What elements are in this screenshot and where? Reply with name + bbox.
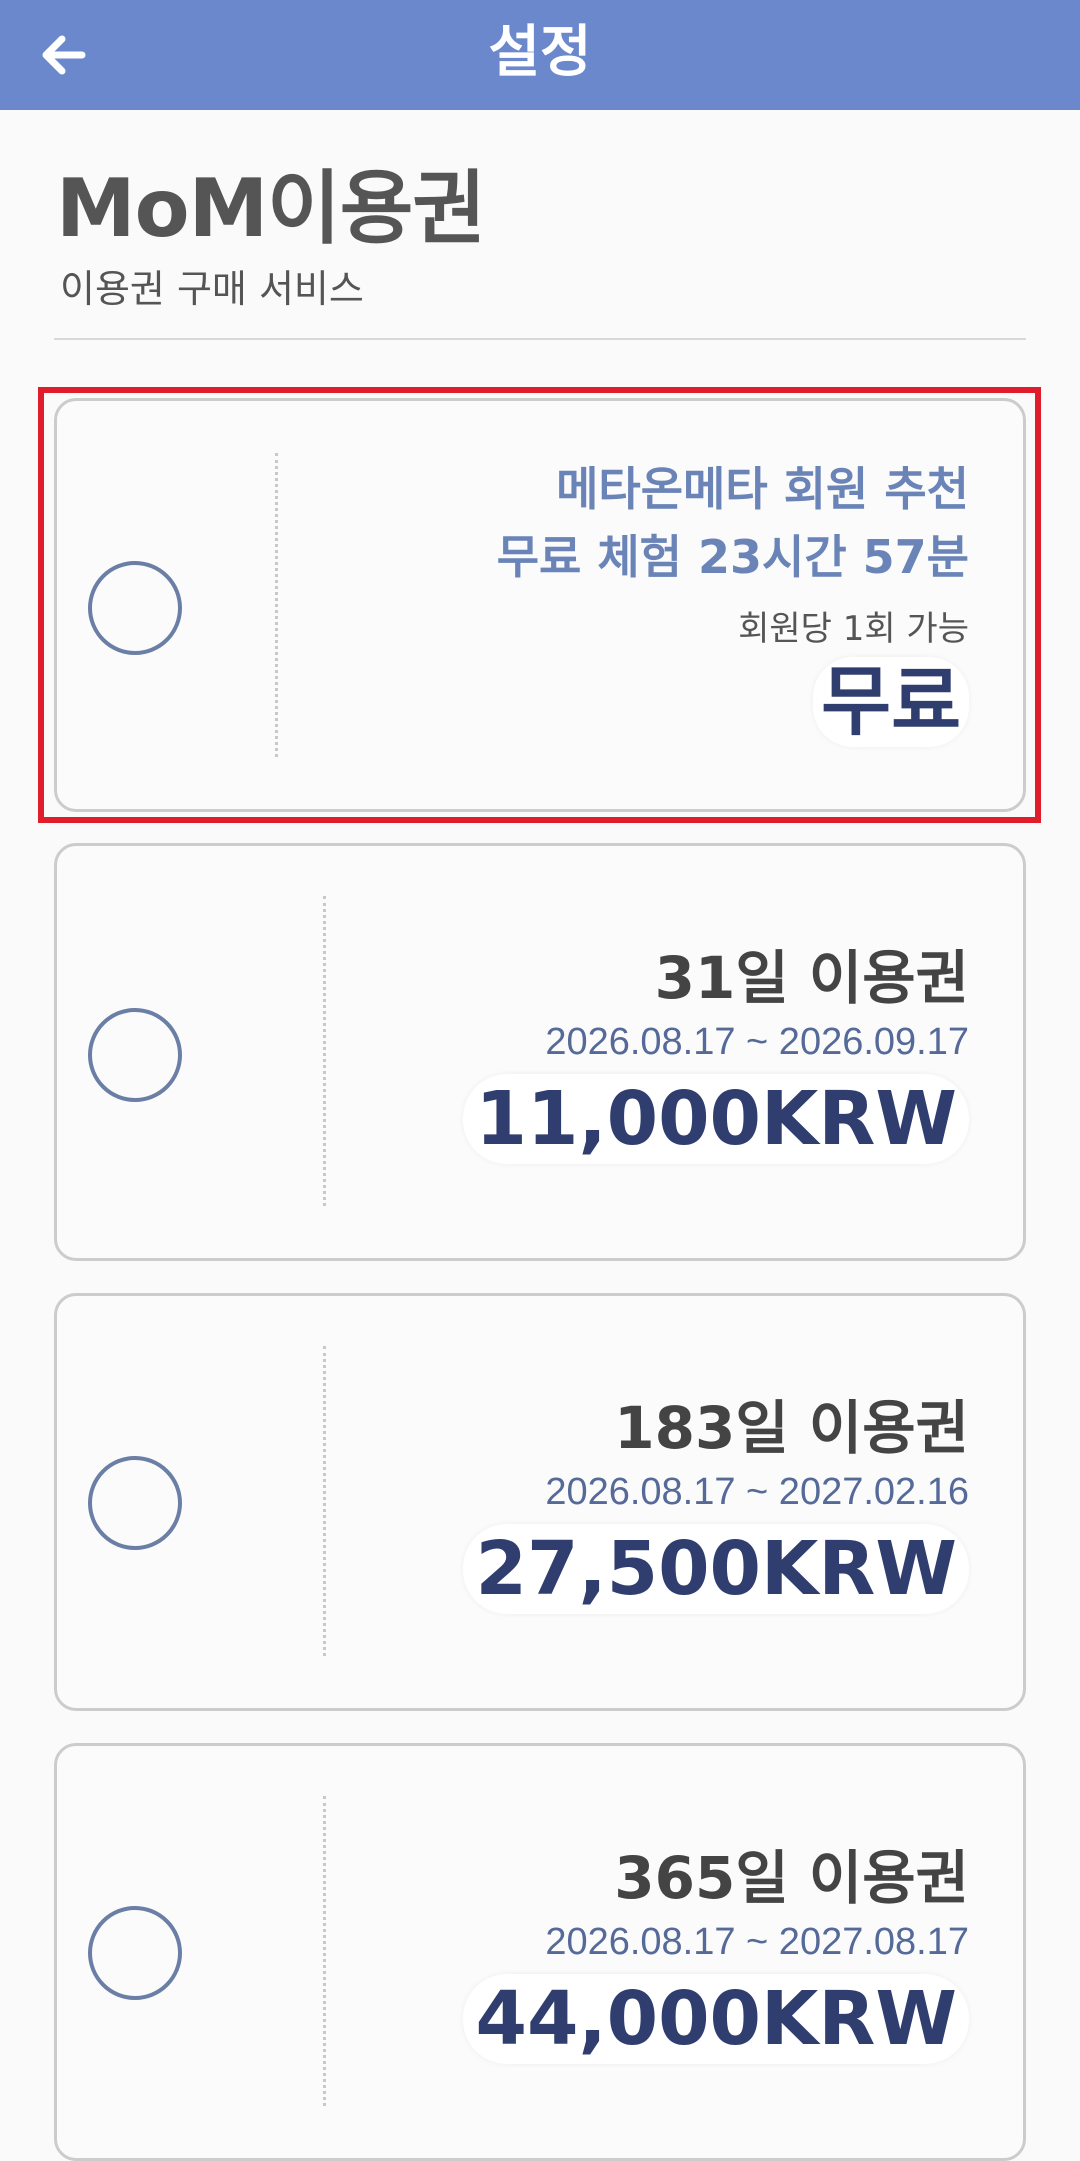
- page-subtitle: 이용권 구매 서비스: [60, 267, 364, 311]
- page-title: MoM이용권: [56, 162, 486, 255]
- selection-highlight: [38, 387, 1041, 823]
- plan-card-365-days[interactable]: 365일 이용권 2026.08.17 ~ 2027.08.17 44,000K…: [54, 1743, 1026, 2161]
- plan-price: 27,500KRW: [463, 1524, 969, 1614]
- app-header: 설정: [0, 0, 1080, 110]
- plan-card-183-days[interactable]: 183일 이용권 2026.08.17 ~ 2027.02.16 27,500K…: [54, 1293, 1026, 1711]
- plan-name: 183일 이용권: [614, 1394, 969, 1462]
- back-button[interactable]: [30, 22, 96, 88]
- card-divider: [323, 1796, 326, 2106]
- plan-radio-183-days[interactable]: [88, 1456, 182, 1550]
- plan-name: 31일 이용권: [654, 944, 969, 1012]
- plan-price: 11,000KRW: [463, 1074, 969, 1164]
- card-divider: [323, 896, 326, 1206]
- plan-dates: 2026.08.17 ~ 2026.09.17: [545, 1021, 969, 1063]
- arrow-left-icon: [42, 35, 86, 75]
- plan-radio-31-days[interactable]: [88, 1008, 182, 1102]
- plan-dates: 2026.08.17 ~ 2027.08.17: [545, 1921, 969, 1963]
- header-title: 설정: [488, 20, 592, 85]
- plan-price: 44,000KRW: [463, 1974, 969, 2064]
- divider: [54, 338, 1026, 340]
- plan-radio-365-days[interactable]: [88, 1906, 182, 2000]
- plan-card-31-days[interactable]: 31일 이용권 2026.08.17 ~ 2026.09.17 11,000KR…: [54, 843, 1026, 1261]
- card-divider: [323, 1346, 326, 1656]
- plan-name: 365일 이용권: [614, 1844, 969, 1912]
- plan-dates: 2026.08.17 ~ 2027.02.16: [545, 1471, 969, 1513]
